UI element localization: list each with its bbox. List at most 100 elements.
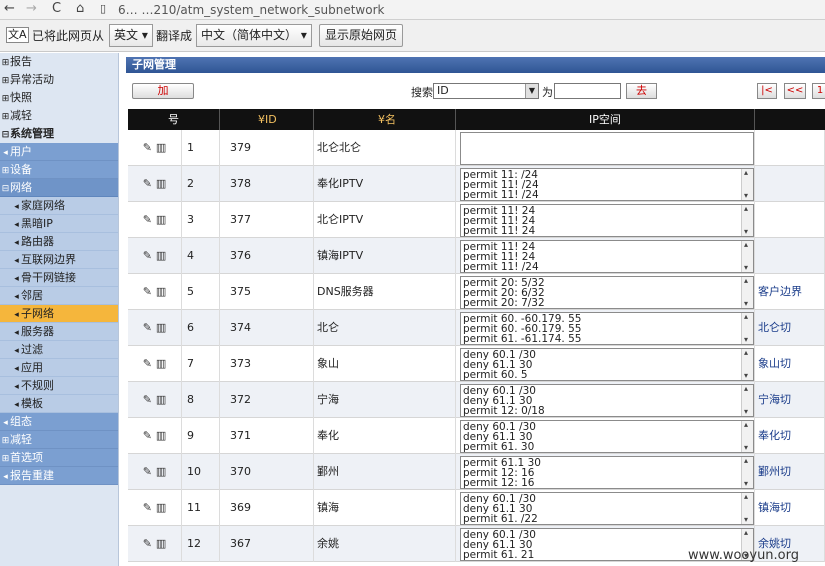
delete-icon[interactable]: ▥ [156,526,166,562]
page-number-button[interactable]: 1 [812,83,825,99]
link-arrow-icon: ◂ [14,256,19,266]
ip-space-textarea[interactable]: deny 60.1 /30 deny 61.1 30 permit 61. 30 [460,420,754,453]
delete-icon[interactable]: ▥ [156,238,166,274]
edit-icon[interactable]: ✎ [143,418,152,454]
scrollbar[interactable] [741,277,753,308]
target-language-select[interactable]: 中文（简体中文） ▾ [196,24,312,47]
prev-page-button[interactable]: << [784,83,806,99]
ip-space-cell: permit 20: 5/32 permit 20: 6/32 permit 20:… [456,274,755,310]
sidebar-item[interactable]: ◂ 过滤 [0,341,118,359]
ip-space-textarea[interactable]: permit 11: /24 permit 11! /24 permit 11! /… [460,168,754,201]
sidebar-item[interactable]: ◂ 不规则 [0,377,118,395]
edit-icon[interactable]: ✎ [143,310,152,346]
sidebar-item-label: 组态 [10,415,32,428]
header-id[interactable]: ¥ID [220,109,314,130]
sidebar-item[interactable]: ◂ 互联网边界 [0,251,118,269]
first-page-button[interactable]: |< [757,83,777,99]
sidebar-item[interactable]: ⊞设备 [0,161,118,179]
sidebar-item-label: 不规则 [21,379,54,392]
edit-icon[interactable]: ✎ [143,202,152,238]
ip-space-textarea[interactable]: permit 20: 5/32 permit 20: 6/32 permit 20:… [460,276,754,309]
add-button[interactable]: 加 [132,83,194,99]
edit-icon[interactable]: ✎ [143,166,152,202]
ip-space-textarea[interactable]: permit 11! 24 permit 11! 24 permit 11! /24 [460,240,754,273]
sidebar-item[interactable]: ◂ 路由器 [0,233,118,251]
row-actions: ✎ ▥ [128,490,182,526]
ip-space-textarea[interactable]: permit 11! 24 permit 11! 24 permit 11! 24 [460,204,754,237]
sidebar-item[interactable]: ⊞减轻 [0,431,118,449]
delete-icon[interactable]: ▥ [156,310,166,346]
sidebar-item[interactable]: ◂ 骨干网链接 [0,269,118,287]
go-button[interactable]: 去 [626,83,657,99]
refresh-icon[interactable]: C [52,1,61,17]
scrollbar[interactable] [741,493,753,524]
sidebar-item[interactable]: ⊞首选项 [0,449,118,467]
edit-icon[interactable]: ✎ [143,274,152,310]
delete-icon[interactable]: ▥ [156,130,166,166]
row-boundary [755,202,825,238]
sidebar-item[interactable]: ◂ 用户 [0,143,118,161]
scrollbar[interactable] [741,205,753,236]
row-actions: ✎ ▥ [128,310,182,346]
sidebar-item[interactable]: ◂ 报告重建 [0,467,118,485]
delete-icon[interactable]: ▥ [156,166,166,202]
scrollbar[interactable] [741,385,753,416]
forward-arrow-icon[interactable]: → [26,1,37,17]
scrollbar[interactable] [741,169,753,200]
sidebar-item[interactable]: ◂ 子网络 [0,305,118,323]
delete-icon[interactable]: ▥ [156,454,166,490]
ip-space-textarea[interactable]: permit 60. -60.179. 55 permit 60. -60.179… [460,312,754,345]
back-arrow-icon[interactable]: ← [4,1,15,17]
delete-icon[interactable]: ▥ [156,274,166,310]
ip-rule-line: permit 11: /24 [463,170,538,180]
sidebar-item[interactable]: ⊞报告 [0,53,118,71]
sidebar-item[interactable]: ⊟网络 [0,179,118,197]
sidebar-item[interactable]: ◂ 邻居 [0,287,118,305]
scrollbar[interactable] [741,313,753,344]
ip-rule-line: permit 11! 24 [463,206,536,216]
home-icon[interactable]: ⌂ [76,1,84,17]
scrollbar[interactable] [741,349,753,380]
sidebar-item[interactable]: ◂ 家庭网络 [0,197,118,215]
header-name[interactable]: ¥名 [314,109,456,130]
scrollbar[interactable] [741,241,753,272]
sidebar-item[interactable]: ⊞异常活动 [0,71,118,89]
sidebar-item[interactable]: ◂ 组态 [0,413,118,431]
edit-icon[interactable]: ✎ [143,238,152,274]
show-original-button[interactable]: 显示原始网页 [319,24,404,47]
edit-icon[interactable]: ✎ [143,526,152,562]
sidebar-item[interactable]: ⊞快照 [0,89,118,107]
delete-icon[interactable]: ▥ [156,382,166,418]
ip-space-textarea[interactable]: permit 61.1 30 permit 12: 16 permit 12: 16 [460,456,754,489]
delete-icon[interactable]: ▥ [156,418,166,454]
sidebar-item[interactable]: ⊞减轻 [0,107,118,125]
sidebar-item[interactable]: ⊟系统管理 [0,125,118,143]
search-input[interactable] [554,83,621,99]
ip-space-textarea[interactable]: deny 60.1 /30 deny 61.1 30 permit 61. /22 [460,492,754,525]
source-language-select[interactable]: 英文 ▾ [109,24,153,47]
address-bar-url[interactable]: 6… …210/atm_system_network_subnetwork [118,2,384,18]
chevron-down-icon[interactable]: ▼ [525,84,538,98]
ip-space-cell: deny 60.1 /30 deny 61.1 30 permit 61. 30 [456,418,755,454]
scrollbar[interactable] [741,421,753,452]
ip-space-textarea[interactable]: deny 60.1 /30 deny 61.1 30 permit 60. 5 [460,348,754,381]
sidebar-item[interactable]: ◂ 服务器 [0,323,118,341]
ip-space-textarea[interactable]: deny 60.1 /30 deny 61.1 30 permit 12: 0/18 [460,384,754,417]
edit-icon[interactable]: ✎ [143,454,152,490]
delete-icon[interactable]: ▥ [156,490,166,526]
sidebar-item[interactable]: ◂ 黑暗IP [0,215,118,233]
sidebar-item[interactable]: ◂ 模板 [0,395,118,413]
edit-icon[interactable]: ✎ [143,130,152,166]
sidebar-item-label: 过滤 [21,343,43,356]
search-field-select[interactable]: ID ▼ [433,83,539,99]
edit-icon[interactable]: ✎ [143,382,152,418]
edit-icon[interactable]: ✎ [143,490,152,526]
ip-rule-line: permit 20: 7/32 [463,298,545,308]
delete-icon[interactable]: ▥ [156,346,166,382]
edit-icon[interactable]: ✎ [143,346,152,382]
scrollbar[interactable] [741,457,753,488]
sidebar-item[interactable]: ◂ 应用 [0,359,118,377]
ip-space-textarea[interactable] [460,132,754,165]
delete-icon[interactable]: ▥ [156,202,166,238]
page-icon: ▯ [100,2,107,15]
